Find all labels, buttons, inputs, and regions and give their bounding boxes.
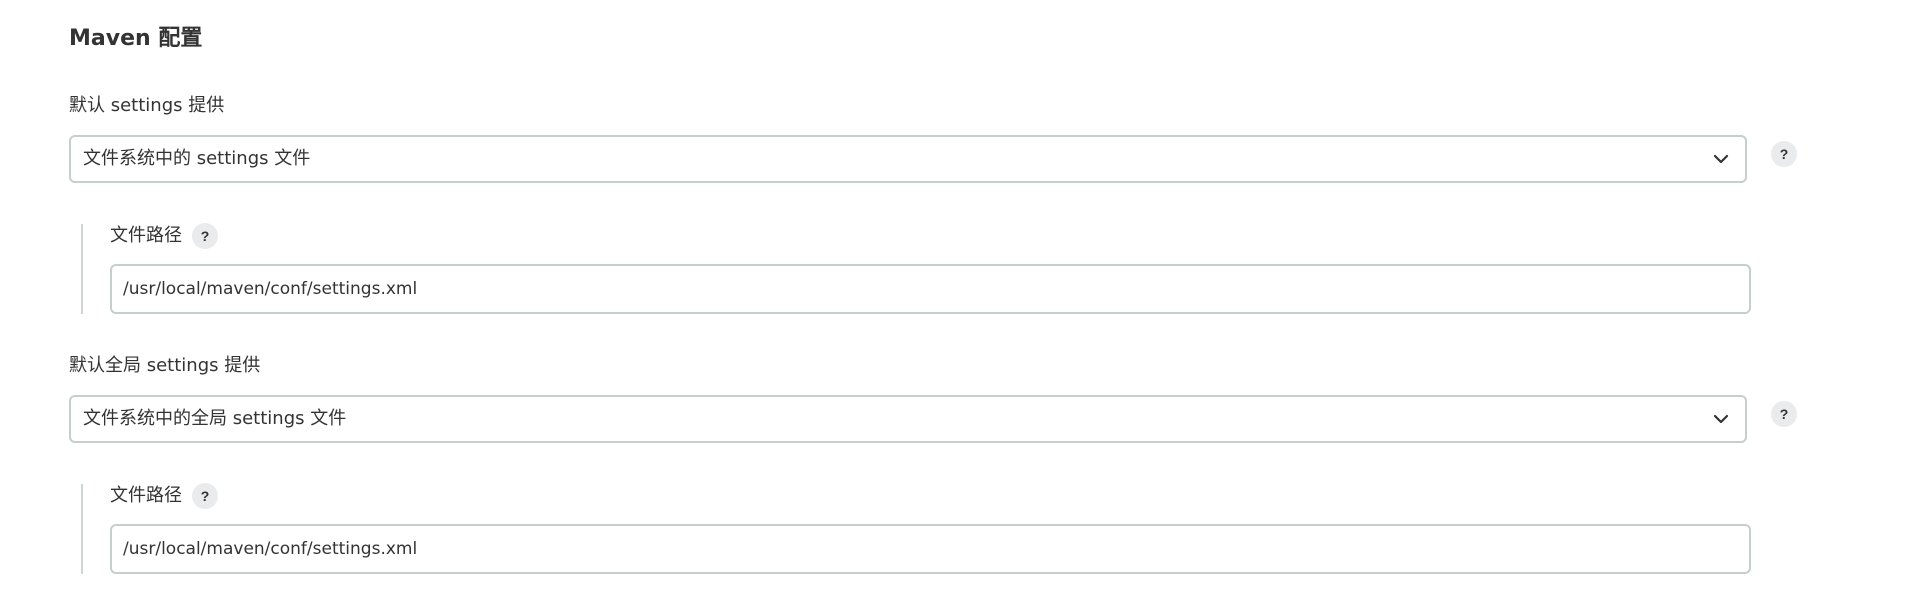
global-settings-provider-selected-value: 文件系统中的全局 settings 文件: [83, 408, 347, 429]
settings-path-label: 文件路径: [110, 225, 182, 246]
global-settings-path-input[interactable]: [110, 524, 1751, 574]
settings-provider-label: 默认 settings 提供: [69, 95, 225, 116]
chevron-down-icon: [1713, 154, 1729, 164]
global-settings-path-label: 文件路径: [110, 485, 182, 506]
global-settings-path-group: 文件路径 ?: [81, 483, 1753, 574]
global-settings-provider-help-button[interactable]: ?: [1771, 401, 1797, 427]
global-settings-provider-label: 默认全局 settings 提供: [69, 355, 261, 376]
settings-provider-help-button[interactable]: ?: [1771, 141, 1797, 167]
section-title: Maven 配置: [69, 26, 203, 51]
settings-path-input[interactable]: [110, 264, 1751, 314]
global-settings-provider-select[interactable]: 文件系统中的全局 settings 文件: [69, 395, 1747, 443]
settings-path-help-button[interactable]: ?: [192, 223, 218, 249]
settings-provider-select[interactable]: 文件系统中的 settings 文件: [69, 135, 1747, 183]
global-settings-path-help-button[interactable]: ?: [192, 483, 218, 509]
chevron-down-icon: [1713, 414, 1729, 424]
settings-provider-selected-value: 文件系统中的 settings 文件: [83, 148, 311, 169]
settings-path-group: 文件路径 ?: [81, 223, 1753, 314]
